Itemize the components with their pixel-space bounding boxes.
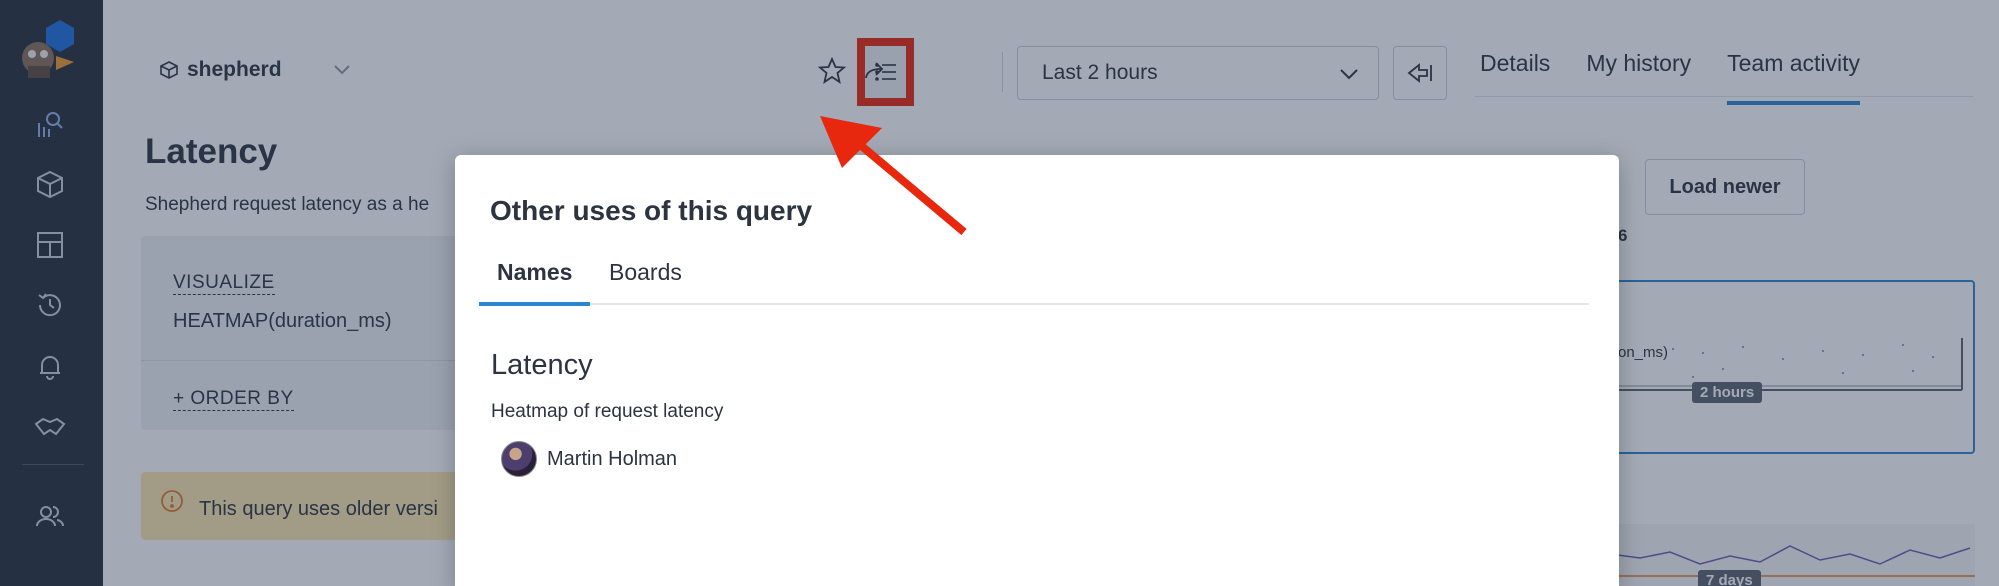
tab-boards[interactable]: Boards bbox=[609, 259, 682, 302]
result-query-description: Heatmap of request latency bbox=[491, 401, 724, 422]
owner-name: Martin Holman bbox=[547, 447, 678, 470]
other-uses-modal: Other uses of this query Names Boards La… bbox=[455, 155, 1619, 586]
avatar bbox=[501, 441, 537, 477]
annotation-arrow-icon bbox=[820, 116, 967, 236]
result-owner: Martin Holman bbox=[501, 441, 677, 477]
modal-tabs: Names Boards bbox=[479, 259, 1589, 306]
tab-names[interactable]: Names bbox=[479, 259, 591, 306]
result-query-name[interactable]: Latency bbox=[491, 349, 593, 382]
modal-title: Other uses of this query bbox=[490, 195, 813, 226]
